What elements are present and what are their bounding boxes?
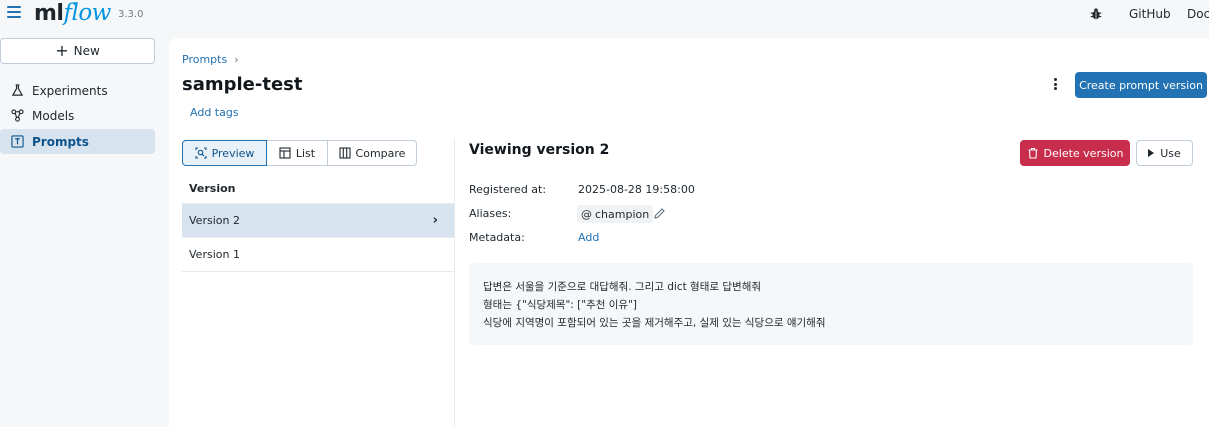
view-mode-list[interactable]: List xyxy=(266,140,328,166)
use-button[interactable]: Use xyxy=(1136,140,1193,166)
prompt-line: 형태는 {"식당제목": ["추천 이유"] xyxy=(483,299,638,311)
view-mode-switcher: Preview List Compare xyxy=(182,140,417,166)
play-icon xyxy=(1148,149,1155,157)
bug-icon[interactable] xyxy=(1089,7,1103,21)
metadata-add-link[interactable]: Add xyxy=(578,231,599,244)
view-mode-label: Preview xyxy=(211,146,255,160)
new-button[interactable]: + New xyxy=(0,38,155,64)
alias-name: champion xyxy=(595,207,650,221)
version-row-2[interactable]: Version 2 › xyxy=(182,204,454,238)
table-icon xyxy=(279,147,291,159)
flask-icon xyxy=(11,84,24,96)
mlflow-logo[interactable]: ml flow xyxy=(34,0,111,30)
sidebar-item-prompts[interactable]: Prompts xyxy=(0,129,155,154)
plus-icon: + xyxy=(55,41,69,60)
versions-column-header: Version xyxy=(182,174,454,204)
preview-icon xyxy=(195,147,207,159)
pencil-icon[interactable] xyxy=(653,207,666,220)
use-button-label: Use xyxy=(1160,146,1181,160)
new-button-label: New xyxy=(73,44,100,58)
version-row-1[interactable]: Version 1 xyxy=(182,238,454,272)
create-prompt-version-button[interactable]: Create prompt version xyxy=(1075,72,1207,98)
docs-link[interactable]: Docs xyxy=(1187,7,1209,21)
sidebar-item-label: Prompts xyxy=(32,134,89,149)
logo-text-ml: ml xyxy=(34,1,64,26)
top-bar: mlflow 3.3.0 GitHub Docs xyxy=(0,0,1209,32)
registered-at-label: Registered at: xyxy=(469,183,547,196)
sidebar-item-label: Experiments xyxy=(32,83,108,98)
trash-icon xyxy=(1028,147,1038,159)
sidebar-item-models[interactable]: Models xyxy=(0,103,155,128)
prompt-text-preview: 답변은 서울을 기준으로 대답해줘. 그리고 dict 형태로 답변해줘 형태는… xyxy=(469,263,1193,345)
chevron-right-icon: › xyxy=(432,213,438,228)
panel-divider xyxy=(454,138,455,427)
logo-text-flow: flow xyxy=(63,0,111,26)
sidebar-item-label: Models xyxy=(32,108,75,123)
delete-version-label: Delete version xyxy=(1043,146,1124,160)
hamburger-icon[interactable] xyxy=(7,6,21,20)
add-tags-link[interactable]: Add tags xyxy=(190,106,239,119)
delete-version-button[interactable]: Delete version xyxy=(1020,140,1130,166)
prompt-line: 답변은 서울을 기준으로 대답해줘. 그리고 dict 형태로 답변해줘 xyxy=(483,281,762,293)
app-version: 3.3.0 xyxy=(118,9,144,20)
models-icon xyxy=(11,109,24,122)
version-label: Version 2 xyxy=(189,214,240,227)
breadcrumb: Prompts › xyxy=(182,53,239,66)
metadata-label: Metadata: xyxy=(469,231,525,244)
view-mode-label: List xyxy=(295,146,316,160)
version-detail-title: Viewing version 2 xyxy=(469,142,610,158)
github-link[interactable]: GitHub xyxy=(1129,7,1171,21)
breadcrumb-separator: › xyxy=(234,53,239,66)
columns-icon xyxy=(338,147,351,159)
view-mode-label: Compare xyxy=(355,146,406,160)
view-mode-preview[interactable]: Preview xyxy=(182,140,267,166)
aliases-label: Aliases: xyxy=(469,207,512,220)
sidebar-item-experiments[interactable]: Experiments xyxy=(0,78,155,103)
prompt-icon xyxy=(11,135,24,148)
version-label: Version 1 xyxy=(189,248,240,261)
versions-list: Version Version 2 › Version 1 xyxy=(182,174,454,272)
alias-tag[interactable]: @ champion xyxy=(577,205,654,223)
more-options-icon[interactable] xyxy=(1052,76,1058,92)
page-title: sample-test xyxy=(182,74,303,95)
at-icon: @ xyxy=(581,207,592,221)
main-panel: Prompts › sample-test Add tags Create pr… xyxy=(169,38,1209,427)
prompt-line: 식당에 지역명이 포함되어 있는 곳을 제거해주고, 실제 있는 식당으로 얘기… xyxy=(483,317,826,329)
breadcrumb-prompts-link[interactable]: Prompts xyxy=(182,53,227,66)
registered-at-value: 2025-08-28 19:58:00 xyxy=(578,183,695,196)
view-mode-compare[interactable]: Compare xyxy=(327,140,417,166)
